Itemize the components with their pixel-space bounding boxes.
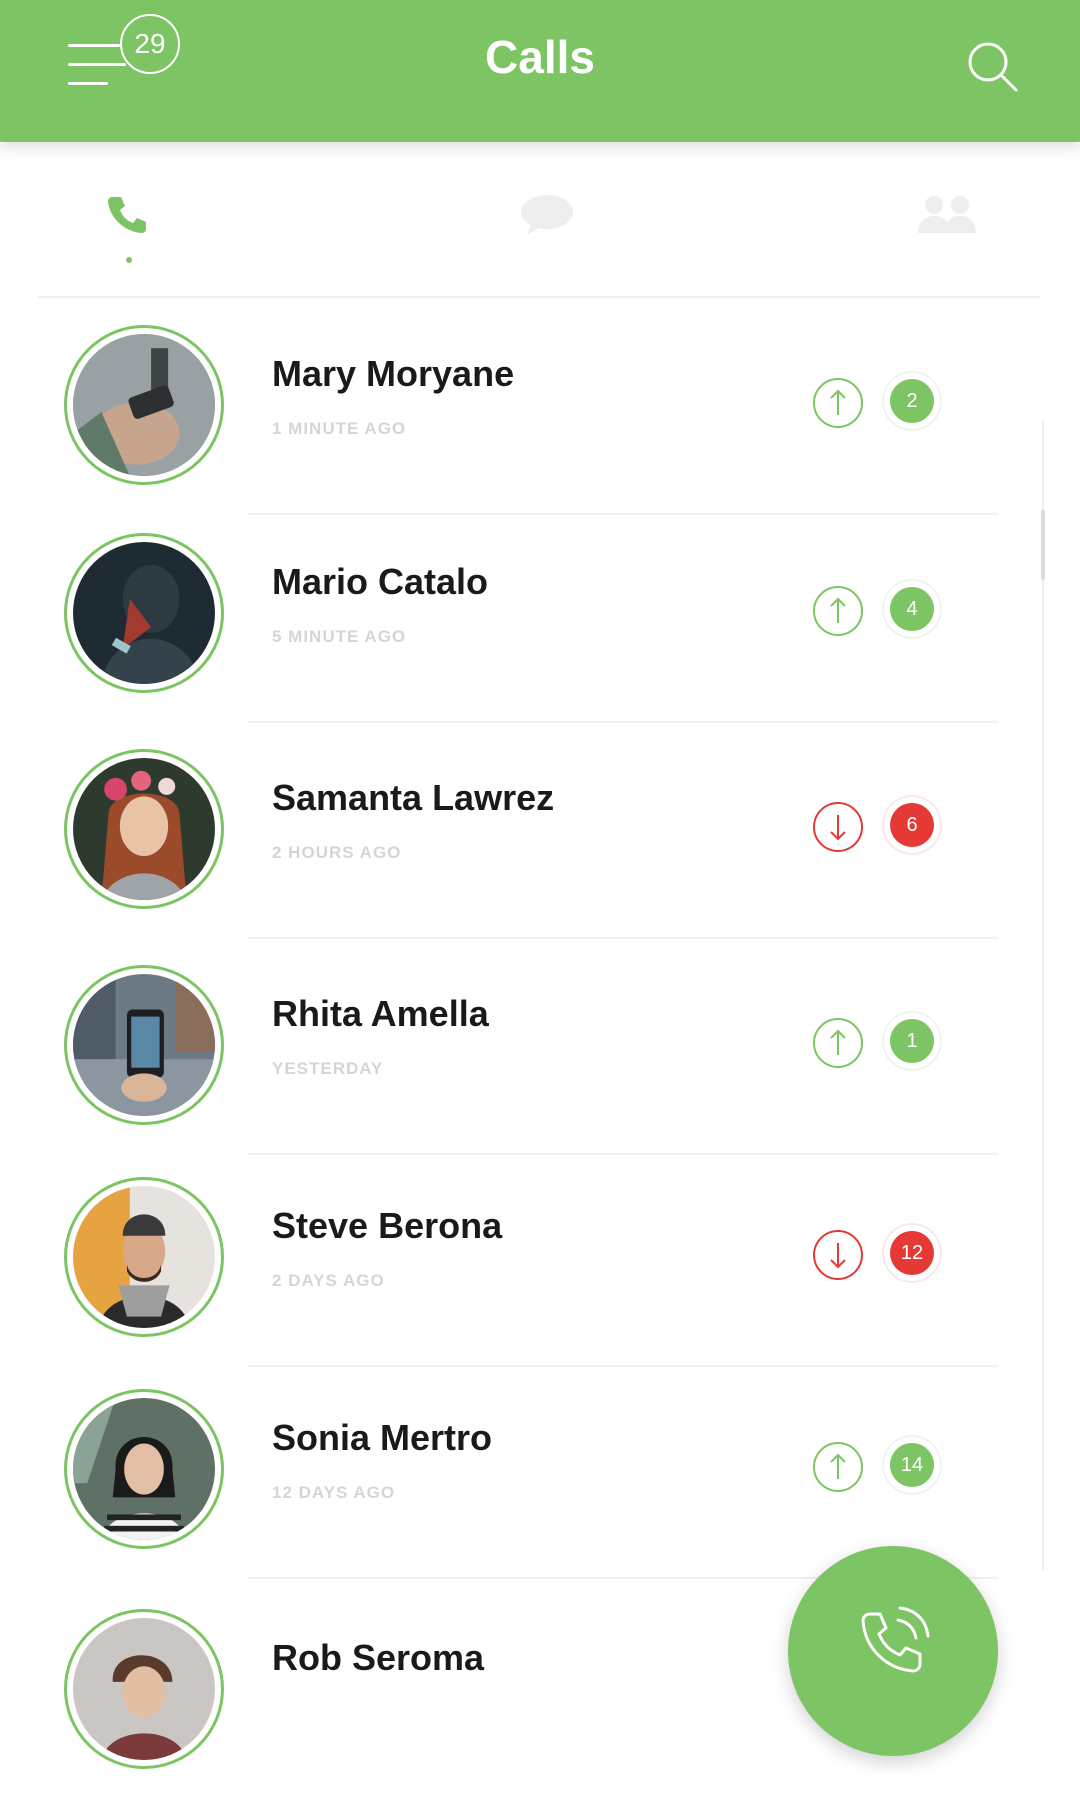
- page-title: Calls: [485, 31, 595, 83]
- avatar: [64, 1389, 224, 1549]
- call-row[interactable]: Rhita Amella YESTERDAY 1: [58, 955, 998, 1155]
- search-icon: [968, 42, 1018, 92]
- row-divider: [248, 1153, 998, 1155]
- row-divider: [248, 1365, 998, 1367]
- call-row[interactable]: Samanta Lawrez 2 HOURS AGO 6: [58, 739, 998, 939]
- avatar: [64, 325, 224, 485]
- call-count-badge: 4: [890, 587, 934, 631]
- tab-contacts[interactable]: [912, 184, 982, 244]
- photo-image: [73, 1398, 215, 1540]
- call-time: YESTERDAY: [272, 1059, 384, 1078]
- call-time: 1 MINUTE AGO: [272, 419, 407, 438]
- scrollbar-track[interactable]: [1042, 420, 1044, 1570]
- contact-name: Steve Berona: [272, 1205, 503, 1246]
- photo-image: [73, 542, 215, 684]
- outgoing-call-arrow-icon: [813, 1442, 863, 1492]
- photo-image: [73, 1618, 215, 1760]
- call-time: 2 DAYS AGO: [272, 1271, 385, 1290]
- avatar: [64, 749, 224, 909]
- photo-image: [73, 1186, 215, 1328]
- call-row[interactable]: Mario Catalo 5 MINUTE AGO 4: [58, 523, 998, 723]
- outgoing-call-arrow-icon: [813, 586, 863, 636]
- contact-name: Mary Moryane: [272, 353, 515, 394]
- photo-image: [73, 974, 215, 1116]
- call-time: 5 MINUTE AGO: [272, 627, 407, 646]
- contact-name: Mario Catalo: [272, 561, 489, 602]
- contact-name: Sonia Mertro: [272, 1417, 493, 1458]
- call-time: 2 HOURS AGO: [272, 843, 402, 862]
- call-count-badge: 1: [890, 1019, 934, 1063]
- contact-name: Rhita Amella: [272, 993, 489, 1034]
- row-divider: [248, 513, 998, 515]
- row-divider: [248, 721, 998, 723]
- photo-image: [73, 758, 215, 900]
- tab-bar: [0, 170, 1080, 270]
- incoming-call-arrow-icon: [813, 802, 863, 852]
- avatar: [64, 965, 224, 1125]
- photo-image: [73, 334, 215, 476]
- people-icon: [918, 196, 976, 233]
- avatar: [64, 1609, 224, 1769]
- active-tab-indicator: [126, 257, 132, 263]
- tab-calls[interactable]: [92, 184, 162, 244]
- phone-icon: [108, 197, 146, 233]
- row-divider: [248, 937, 998, 939]
- call-count-badge: 6: [890, 803, 934, 847]
- call-time: 12 DAYS AGO: [272, 1483, 396, 1502]
- search-button[interactable]: [960, 34, 1024, 98]
- call-row[interactable]: Mary Moryane 1 MINUTE AGO 2: [58, 315, 998, 515]
- incoming-call-arrow-icon: [813, 1230, 863, 1280]
- call-count-badge: 12: [890, 1231, 934, 1275]
- avatar: [64, 533, 224, 693]
- app-header: 29 Calls: [0, 0, 1080, 142]
- chat-bubble-icon: [521, 195, 573, 235]
- tab-messages[interactable]: [512, 184, 582, 244]
- scrollbar-thumb[interactable]: [1041, 510, 1045, 580]
- tabs-divider: [38, 296, 1040, 298]
- contact-name: Samanta Lawrez: [272, 777, 555, 818]
- call-count-badge: 14: [890, 1443, 934, 1487]
- call-count-badge: 2: [890, 379, 934, 423]
- outgoing-call-arrow-icon: [813, 1018, 863, 1068]
- outgoing-call-arrow-icon: [813, 378, 863, 428]
- phone-call-icon: [861, 1606, 930, 1673]
- call-row[interactable]: Steve Berona 2 DAYS AGO 12: [58, 1167, 998, 1367]
- contact-name: Rob Seroma: [272, 1637, 485, 1678]
- avatar: [64, 1177, 224, 1337]
- call-row[interactable]: Sonia Mertro 12 DAYS AGO 14: [58, 1379, 998, 1579]
